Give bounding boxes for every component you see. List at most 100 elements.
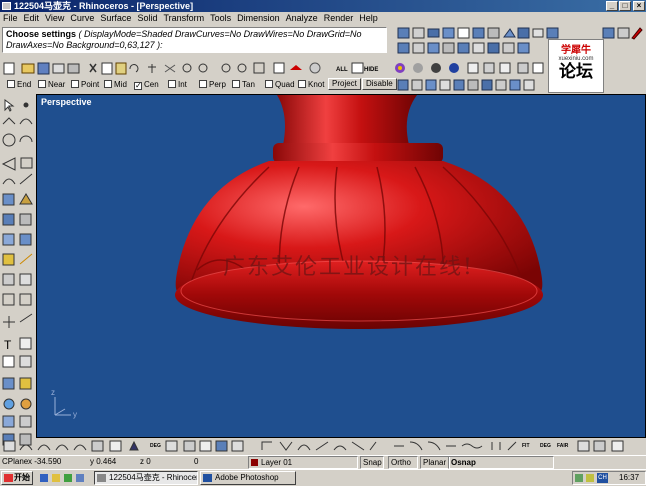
axis-z-label: z bbox=[51, 388, 55, 397]
osnap-knot-label: Knot bbox=[308, 80, 325, 89]
menu-file[interactable]: File bbox=[0, 12, 21, 24]
quick-launch bbox=[38, 472, 90, 484]
svg-text:T: T bbox=[4, 338, 12, 352]
menu-solid[interactable]: Solid bbox=[134, 12, 160, 24]
osnap-near-checkbox[interactable] bbox=[38, 80, 46, 88]
status-cplane: CPlane bbox=[2, 457, 29, 466]
all-layers-label[interactable]: ALL bbox=[336, 67, 348, 73]
windows-logo-icon bbox=[4, 474, 13, 482]
menu-help[interactable]: Help bbox=[356, 12, 381, 24]
osnap-quad[interactable]: Quad bbox=[265, 80, 295, 90]
status-layer[interactable]: Layer 01 bbox=[248, 456, 358, 469]
layer-color-swatch bbox=[251, 459, 258, 466]
perspective-viewport[interactable]: Perspective z y 广东艾伦工业设计在线! bbox=[36, 94, 646, 438]
osnap-point-checkbox[interactable] bbox=[71, 80, 79, 88]
rhino-app-icon bbox=[2, 2, 11, 10]
second-right-toolbar-icons[interactable] bbox=[397, 42, 530, 54]
osnap-quad-checkbox[interactable] bbox=[265, 80, 273, 88]
status-zero: 0 bbox=[194, 457, 199, 466]
osnap-perp-checkbox[interactable] bbox=[199, 80, 207, 88]
command-options-line2: DrawAxes=No Background=0,63,127 ): bbox=[6, 40, 163, 50]
osnap-mid-checkbox[interactable] bbox=[104, 80, 112, 88]
planar-toggle[interactable]: Planar bbox=[420, 456, 450, 469]
osnap-disable-button[interactable]: Disable bbox=[362, 78, 397, 90]
render-toolbar-icons[interactable] bbox=[397, 79, 535, 91]
fit-label[interactable]: FIT bbox=[522, 443, 530, 449]
command-options-line1: ( DisplayMode=Shaded DrawCurves=No DrawW… bbox=[78, 29, 362, 39]
rhino-task-icon bbox=[97, 474, 106, 482]
menu-bar: File Edit View Curve Surface Solid Transform To… bbox=[0, 12, 646, 24]
ortho-toggle[interactable]: Ortho bbox=[388, 456, 418, 469]
osnap-tan-checkbox[interactable] bbox=[232, 80, 240, 88]
menu-surface[interactable]: Surface bbox=[97, 12, 134, 24]
command-prompt-label: Choose settings bbox=[6, 29, 77, 39]
layer-name: Layer 01 bbox=[261, 458, 293, 467]
maximize-button[interactable]: □ bbox=[619, 1, 631, 11]
status-y: y 0.464 bbox=[90, 457, 117, 466]
bottom-toolbar-icons[interactable] bbox=[3, 440, 624, 452]
menu-dimension[interactable]: Dimension bbox=[234, 12, 283, 24]
menu-view[interactable]: View bbox=[42, 12, 67, 24]
osnap-cen-checkbox[interactable]: ✓ bbox=[134, 82, 142, 90]
osnap-int-checkbox[interactable] bbox=[168, 80, 176, 88]
menu-tools[interactable]: Tools bbox=[207, 12, 234, 24]
fair-label[interactable]: FAIR bbox=[557, 443, 569, 449]
osnap-knot[interactable]: Knot bbox=[298, 80, 324, 90]
close-button[interactable]: × bbox=[633, 1, 645, 11]
osnap-mid-label: Mid bbox=[114, 80, 127, 89]
osnap-knot-checkbox[interactable] bbox=[298, 80, 306, 88]
osnap-quad-label: Quad bbox=[275, 80, 295, 89]
tray-network-icon[interactable] bbox=[575, 474, 583, 482]
system-tray: CH 16:37 bbox=[572, 471, 646, 485]
osnap-cen[interactable]: ✓ Cen bbox=[134, 80, 159, 90]
lamp-collar bbox=[273, 143, 443, 163]
menu-transform[interactable]: Transform bbox=[160, 12, 207, 24]
osnap-project-button[interactable]: Project bbox=[328, 78, 361, 90]
tray-volume-icon[interactable] bbox=[586, 474, 594, 482]
photoshop-task-icon bbox=[203, 474, 212, 482]
menu-curve[interactable]: Curve bbox=[67, 12, 97, 24]
task-rhinoceros-label: 122504马壶克 - Rhinoceros ... bbox=[109, 473, 197, 482]
snap-toggle[interactable]: Snap bbox=[360, 456, 384, 469]
menu-analyze[interactable]: Analyze bbox=[283, 12, 321, 24]
lamp-neck bbox=[277, 95, 417, 145]
task-photoshop[interactable]: Adobe Photoshop bbox=[200, 471, 296, 485]
window-title: 122504马壶克 - Rhinoceros - [Perspective] bbox=[14, 1, 194, 11]
osnap-mid[interactable]: Mid bbox=[104, 80, 127, 90]
command-prompt[interactable]: Choose settings ( DisplayMode=Shaded Dra… bbox=[2, 27, 387, 53]
logo-top-text: 学犀牛 bbox=[561, 45, 591, 56]
top-right-toolbar-icons[interactable] bbox=[397, 27, 643, 40]
deg-label-1[interactable]: DEG bbox=[150, 443, 161, 449]
minimize-button[interactable]: _ bbox=[606, 1, 618, 11]
task-photoshop-label: Adobe Photoshop bbox=[215, 473, 279, 482]
task-rhinoceros[interactable]: 122504马壶克 - Rhinoceros ... bbox=[94, 471, 198, 485]
deg-label-2[interactable]: DEG bbox=[540, 443, 551, 449]
menu-render[interactable]: Render bbox=[321, 12, 357, 24]
osnap-tan[interactable]: Tan bbox=[232, 80, 255, 90]
standard-toolbar-icons[interactable] bbox=[3, 62, 544, 75]
osnap-point[interactable]: Point bbox=[71, 80, 99, 90]
osnap-cen-label: Cen bbox=[144, 80, 159, 89]
osnap-int[interactable]: Int bbox=[168, 80, 187, 90]
osnap-end[interactable]: End bbox=[7, 80, 31, 90]
menu-edit[interactable]: Edit bbox=[21, 12, 43, 24]
osnap-near[interactable]: Near bbox=[38, 80, 65, 90]
osnap-end-label: End bbox=[17, 80, 32, 89]
axis-gizmo bbox=[54, 397, 71, 416]
quick-launch-icons[interactable] bbox=[40, 474, 84, 482]
status-z: z 0 bbox=[140, 457, 151, 466]
standard-toolbar: ALL HIDE bbox=[0, 60, 548, 76]
osnap-end-checkbox[interactable] bbox=[7, 80, 15, 88]
osnap-toggle[interactable]: Osnap bbox=[448, 456, 554, 469]
tray-ime-indicator[interactable]: CH bbox=[597, 473, 608, 483]
status-bar: CPlane x -34.590 y 0.464 z 0 0 Layer 01 … bbox=[0, 455, 646, 469]
osnap-perp[interactable]: Perp bbox=[199, 80, 226, 90]
logo-bottom-text: 论坛 bbox=[559, 62, 593, 81]
left-toolbar: T bbox=[0, 94, 36, 454]
start-button[interactable]: 开始 bbox=[1, 471, 33, 485]
osnap-int-label: Int bbox=[178, 80, 187, 89]
render-toolbar bbox=[396, 78, 548, 92]
osnap-point-label: Point bbox=[81, 80, 100, 89]
left-toolbar-icons[interactable]: T bbox=[1, 99, 33, 446]
hide-label[interactable]: HIDE bbox=[364, 67, 378, 73]
